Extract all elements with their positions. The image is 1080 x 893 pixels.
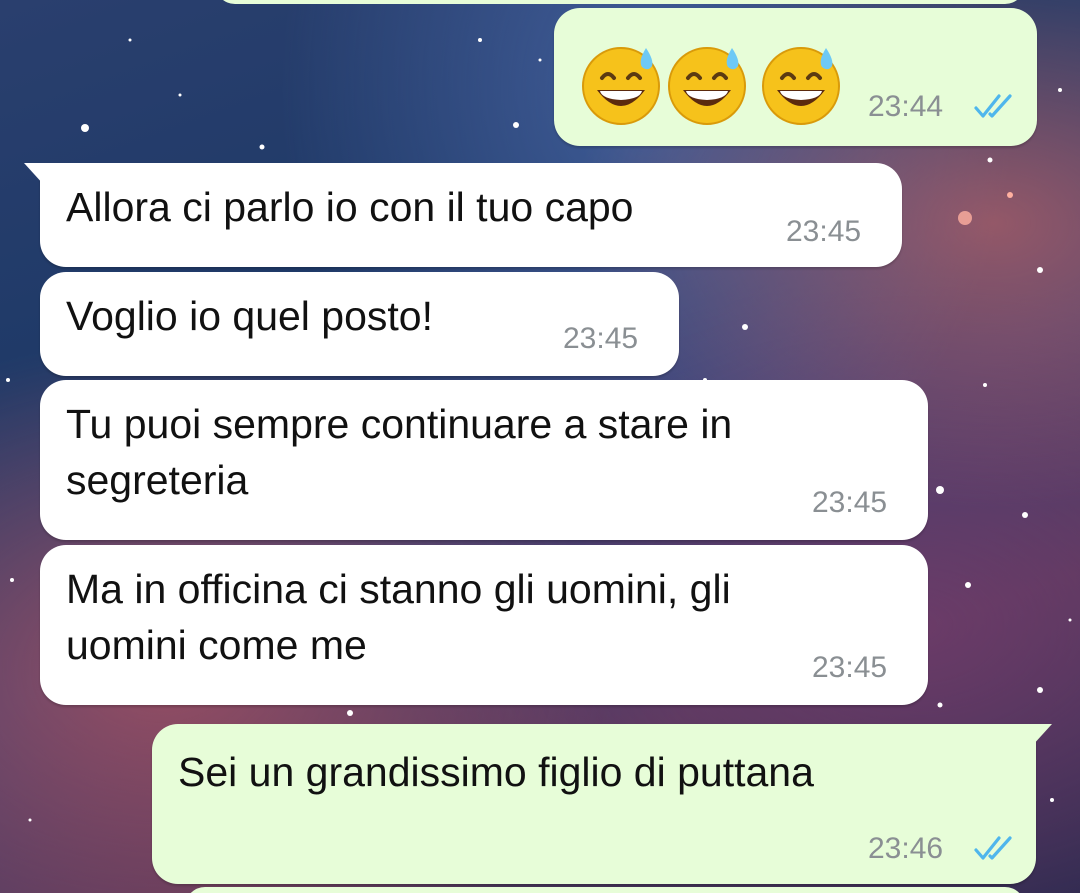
message-timestamp: 23:44 xyxy=(868,90,944,123)
grinning-sweat-emoji-icon xyxy=(582,47,660,125)
message-text: Tu puoi sempre continuare a stare in seg… xyxy=(66,401,733,503)
message-timestamp: 23:45 xyxy=(563,322,639,355)
bubble-tail xyxy=(24,163,44,185)
message-timestamp: 23:45 xyxy=(812,486,888,519)
message-timestamp: 23:45 xyxy=(786,215,862,248)
read-double-check-icon xyxy=(974,94,1012,118)
bubble-tail xyxy=(1032,724,1052,746)
message-bubble-outgoing[interactable]: Sei un grandissimo figlio di puttana 23:… xyxy=(152,724,1052,884)
message-text: Ma in officina ci stanno gli uomini, gli… xyxy=(66,566,731,668)
message-bubble-incoming[interactable]: Ma in officina ci stanno gli uomini, gli… xyxy=(40,545,928,705)
message-bubble-partial-top xyxy=(215,0,1025,4)
message-timestamp: 23:46 xyxy=(868,832,944,865)
message-bubble-incoming[interactable]: Voglio io quel posto! 23:45 xyxy=(40,272,679,376)
message-bubble-incoming[interactable]: Tu puoi sempre continuare a stare in seg… xyxy=(40,380,928,540)
grinning-sweat-emoji-icon xyxy=(668,47,746,125)
message-bubble-incoming[interactable]: Allora ci parlo io con il tuo capo 23:45 xyxy=(24,163,902,267)
message-timestamp: 23:45 xyxy=(812,651,888,684)
message-text: Voglio io quel posto! xyxy=(66,293,433,339)
read-double-check-icon xyxy=(974,836,1012,860)
message-bubble-partial-bottom xyxy=(185,887,1025,893)
message-text: Sei un grandissimo figlio di puttana xyxy=(178,749,814,795)
message-text: Allora ci parlo io con il tuo capo xyxy=(66,184,634,230)
message-bubble-outgoing[interactable]: 23:44 xyxy=(554,8,1037,146)
grinning-sweat-emoji-icon xyxy=(762,47,840,125)
